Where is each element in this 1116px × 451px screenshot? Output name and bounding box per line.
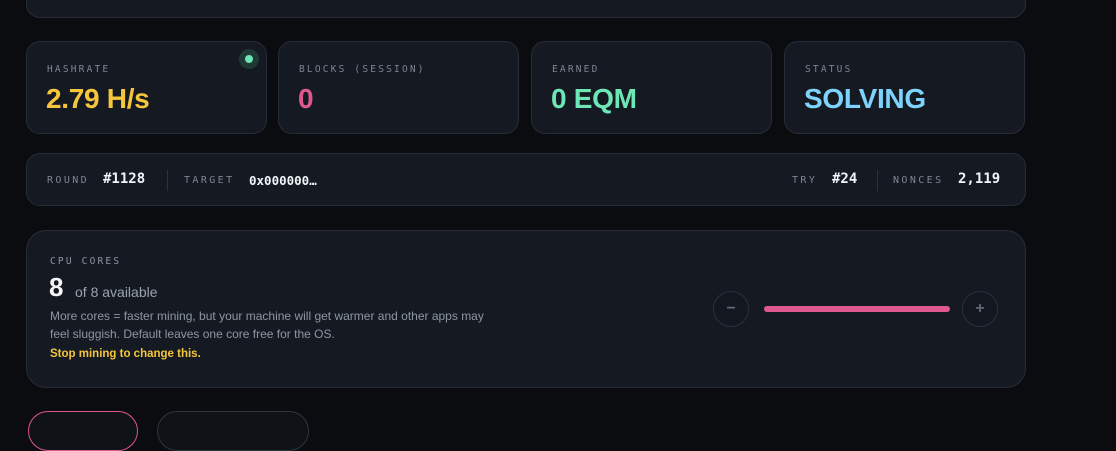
earned-card: EARNED 0 EQM xyxy=(531,41,772,134)
blocks-value: 0 xyxy=(298,83,314,114)
nonces-value: 2,119 xyxy=(958,171,1001,187)
target-label: TARGET xyxy=(184,175,235,186)
hashrate-label: HASHRATE xyxy=(47,64,111,75)
hashrate-card: HASHRATE 2.79 H/s xyxy=(26,41,267,134)
top-panel xyxy=(26,0,1026,18)
secondary-action-button[interactable] xyxy=(157,411,309,451)
target-value: 0x000000… xyxy=(249,173,317,188)
hashrate-value: 2.79 H/s xyxy=(46,83,150,114)
cpu-cores-count: 8 xyxy=(49,272,64,302)
divider xyxy=(877,170,878,191)
primary-action-button[interactable] xyxy=(28,411,138,451)
round-label: ROUND xyxy=(47,175,90,186)
earned-label: EARNED xyxy=(552,64,600,75)
decrease-cores-button[interactable]: − xyxy=(713,291,749,327)
try-value: #24 xyxy=(832,171,858,187)
live-indicator-icon xyxy=(239,49,259,69)
try-label: TRY xyxy=(792,175,818,186)
status-card: STATUS SOLVING xyxy=(784,41,1025,134)
earned-value: 0 EQM xyxy=(551,83,637,114)
round-value: #1128 xyxy=(103,171,146,187)
status-value: SOLVING xyxy=(804,83,926,114)
increase-cores-button[interactable]: + xyxy=(962,291,998,327)
divider xyxy=(167,170,168,191)
cpu-cores-warning: Stop mining to change this. xyxy=(50,348,201,360)
cpu-cores-panel: CPU CORES 8 of 8 available More cores = … xyxy=(26,230,1026,388)
blocks-label: BLOCKS (SESSION) xyxy=(299,64,426,75)
cpu-cores-slider[interactable] xyxy=(764,306,950,312)
round-info-bar: ROUND #1128 TARGET 0x000000… TRY #24 NON… xyxy=(26,153,1026,206)
status-label: STATUS xyxy=(805,64,853,75)
cpu-cores-label: CPU CORES xyxy=(50,256,122,267)
blocks-card: BLOCKS (SESSION) 0 xyxy=(278,41,519,134)
cpu-cores-slider-fill xyxy=(764,306,950,312)
cpu-cores-description: More cores = faster mining, but your mac… xyxy=(50,309,484,341)
cpu-cores-available: of 8 available xyxy=(75,284,158,300)
nonces-label: NONCES xyxy=(893,175,944,186)
